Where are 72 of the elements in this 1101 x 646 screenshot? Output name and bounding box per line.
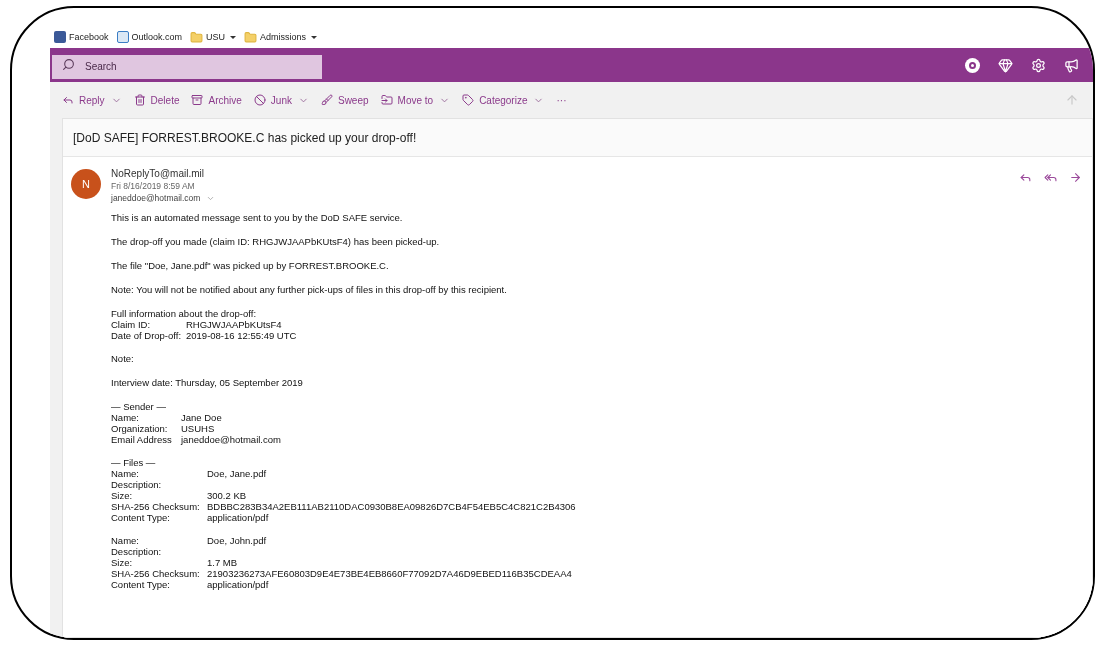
field-value: application/pdf <box>207 512 269 523</box>
trash-icon <box>133 94 146 106</box>
field-value: 1.7 MB <box>207 557 238 568</box>
tag-icon <box>462 94 475 106</box>
field-value: USUHS <box>181 423 215 434</box>
message-subject: [DoD SAFE] FORREST.BROOKE.C has picked up your drop-off! <box>73 129 417 147</box>
field-label: Name: <box>111 468 140 479</box>
forward-icon[interactable] <box>1069 171 1082 184</box>
field-value: 2019-08-16 12:55:49 UTC <box>186 330 297 341</box>
field-value: Doe, John.pdf <box>207 535 267 546</box>
toolbar-button[interactable]: Junk <box>253 92 292 108</box>
message-paragraph: The drop-off you made (claim ID: RHGJWJAAPbKUtsF4) has been picked-up. <box>111 236 441 248</box>
settings-icon[interactable] <box>1031 57 1046 73</box>
message-paragraph: Note: <box>111 353 135 365</box>
bookmark-link[interactable]: Facebook <box>54 30 109 44</box>
field-label: Content Type: <box>111 579 171 590</box>
chat-icon[interactable] <box>965 57 980 73</box>
bookmark-link[interactable]: Outlook.com <box>116 30 183 44</box>
toolbar-button[interactable]: Move to <box>380 92 434 108</box>
field-label: Organization: <box>111 423 169 434</box>
field-label: SHA-256 Checksum: <box>111 568 201 579</box>
field-value: application/pdf <box>207 579 269 590</box>
field-label: Name: <box>111 412 140 423</box>
field-label: Size: <box>111 490 134 501</box>
folder-icon <box>380 94 393 106</box>
toolbar-button[interactable]: ··· <box>556 92 567 108</box>
folder-icon <box>190 30 204 44</box>
megaphone-icon[interactable] <box>1064 57 1079 73</box>
message-paragraph: Interview date: Thursday, 05 September 2019 <box>111 377 304 389</box>
field-value: Jane Doe <box>181 412 222 423</box>
sender-avatar: N <box>71 169 101 199</box>
bookmark-link[interactable]: Admissions <box>244 30 318 44</box>
field-value: 300.2 KB <box>207 490 247 501</box>
sender-address: NoReplyTo@mail.mil <box>111 167 205 180</box>
diamond-icon[interactable] <box>998 57 1013 73</box>
section-heading: — Files — <box>111 457 157 468</box>
field-value: 21903236273AFE60803D9E4E73BE4EB8660F77092D7A46D9EBED116B35CDEAA4 <box>207 568 572 579</box>
field-value: janeddoe@hotmail.com <box>181 434 281 445</box>
field-value: BDBBC283B34A2EB111AB2110DAC0930B8EA09826D7CB4F54EB5C4C821C2B4306 <box>207 501 576 512</box>
field-label: Email Address <box>111 434 173 445</box>
block-icon <box>253 94 266 106</box>
reply-all-icon[interactable] <box>1044 171 1057 184</box>
field-value: RHGJWJAAPbKUtsF4 <box>186 319 282 330</box>
field-value: Doe, Jane.pdf <box>207 468 267 479</box>
field-label: Date of Drop-off: <box>111 330 183 341</box>
toolbar-button[interactable]: Sweep <box>320 92 369 108</box>
archive-icon <box>191 94 204 106</box>
field-label: Size: <box>111 557 134 568</box>
brush-icon <box>320 94 333 106</box>
message-paragraph: The file "Doe, Jane.pdf" was picked up by FORREST.BROOKE.C. <box>111 260 390 272</box>
field-label: Content Type: <box>111 512 171 523</box>
recipient-address: janeddoe@hotmail.com <box>111 192 201 204</box>
bookmark-link[interactable]: USU <box>190 30 237 44</box>
toolbar-button[interactable]: Reply <box>62 92 105 108</box>
toolbar-button[interactable]: Archive <box>191 92 242 108</box>
toolbar-button[interactable]: Delete <box>133 92 180 108</box>
field-label: Name: <box>111 535 140 546</box>
reply-icon <box>62 94 74 106</box>
folder-icon <box>244 30 258 44</box>
section-heading: — Sender — <box>111 401 167 412</box>
field-label: Description: <box>111 479 163 490</box>
toolbar-button[interactable]: Categorize <box>462 92 528 108</box>
section-heading: Full information about the drop-off: <box>111 308 258 319</box>
field-label: Description: <box>111 546 163 557</box>
field-label: Claim ID: <box>111 319 152 330</box>
message-paragraph: Note: You will not be notified about any further pick-ups of files in this drop-off by this recipient. <box>111 284 508 296</box>
field-label: SHA-256 Checksum: <box>111 501 201 512</box>
search-icon <box>62 58 75 71</box>
message-date: Fri 8/16/2019 8:59 AM <box>111 180 196 192</box>
search-field[interactable]: Search <box>52 54 322 79</box>
message-paragraph: This is an automated message sent to you by the DoD SAFE service. <box>111 212 404 224</box>
reply-icon[interactable] <box>1019 171 1032 184</box>
